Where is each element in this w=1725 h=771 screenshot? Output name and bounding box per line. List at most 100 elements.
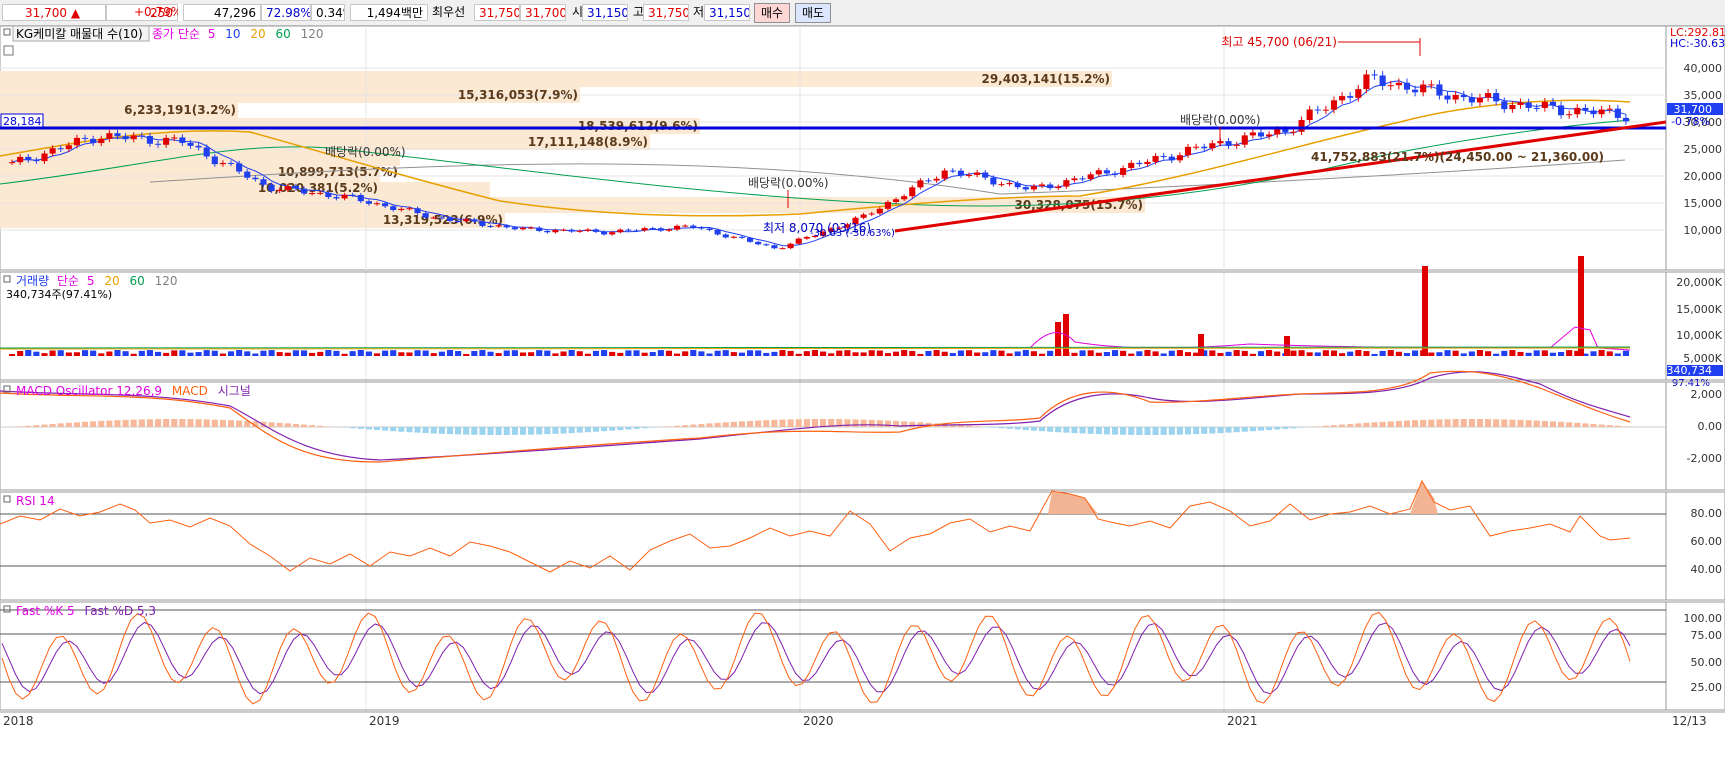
- volume-bar: [1509, 350, 1516, 356]
- up-arrow-icon: ▲: [70, 6, 81, 20]
- y-tick: -2,000: [1687, 452, 1722, 465]
- volume-bar: [901, 350, 908, 356]
- vp-label: 29,403,141(15.2%): [981, 72, 1110, 86]
- volume-bar: [292, 350, 299, 356]
- macd-bar: [576, 427, 583, 433]
- volume-bar: [382, 350, 389, 356]
- volume-bar: [811, 350, 818, 356]
- macd-bar: [292, 423, 299, 427]
- candle-body: [130, 135, 137, 140]
- settings-icon[interactable]: [3, 45, 14, 56]
- macd-bar: [1047, 427, 1054, 432]
- macd-bar: [1428, 419, 1435, 427]
- y-tick: 80.00: [1691, 507, 1723, 520]
- y-tick: 0.00: [1698, 420, 1723, 433]
- volume-bar: [1120, 350, 1127, 356]
- volume-bar: [333, 350, 340, 356]
- candle-body: [633, 230, 640, 232]
- volume-panel: 거래량 단순 5 20 60 120 340,734주(97.41%) 20,0…: [0, 256, 1725, 389]
- macd-bar: [130, 419, 137, 427]
- panel-handle[interactable]: [3, 495, 11, 503]
- volume-bar: [1541, 350, 1548, 356]
- current-price: 31,700: [25, 6, 67, 20]
- candle-body: [1452, 94, 1459, 100]
- macd-bar: [609, 427, 616, 431]
- volume-bar: [1444, 350, 1451, 356]
- buy-button[interactable]: 매수: [754, 3, 791, 23]
- panel-handle[interactable]: [3, 275, 11, 283]
- sell-button[interactable]: 매도: [795, 3, 832, 23]
- panel-handle[interactable]: [3, 605, 11, 613]
- candle-body: [1379, 75, 1386, 86]
- volume-bar: [836, 350, 843, 356]
- volume-bar: [1622, 350, 1629, 356]
- macd-bar: [373, 427, 381, 431]
- candle-body: [1428, 84, 1435, 86]
- volume-bar: [1079, 350, 1086, 356]
- candle-body: [349, 194, 356, 196]
- candle-body: [422, 213, 429, 218]
- volume-bar: [1330, 350, 1338, 356]
- macd-bar: [1436, 419, 1443, 427]
- candle-body: [1144, 161, 1151, 165]
- macd-bar: [406, 427, 413, 433]
- volume-bar: [560, 351, 567, 356]
- volume-bar: [803, 351, 810, 356]
- macd-bar: [730, 421, 737, 427]
- candle-body: [641, 228, 648, 231]
- volume-bar: [1266, 350, 1273, 356]
- volume-bar: [990, 350, 997, 356]
- volume-bar: [568, 350, 575, 356]
- macd-bar: [1233, 427, 1240, 433]
- macd-bar: [990, 427, 997, 428]
- candle-body: [276, 189, 283, 192]
- candle-body: [544, 230, 551, 233]
- hline-value: 28,184: [3, 115, 42, 128]
- candle-body: [657, 228, 664, 231]
- macd-legend-signal: 시그널: [218, 384, 251, 398]
- volume-bar: [1606, 351, 1613, 356]
- volume-bar: [414, 350, 421, 356]
- volume-bar: [195, 352, 202, 356]
- volume-bar: [1347, 351, 1354, 356]
- volume-bar: [1306, 352, 1313, 356]
- macd-bar: [1509, 419, 1516, 427]
- candle-body: [1412, 89, 1419, 93]
- low-label: 저: [693, 5, 705, 19]
- low-price: 31,150: [704, 4, 750, 21]
- volume-bar: [909, 351, 916, 356]
- candle-body: [892, 199, 900, 203]
- candle-body: [1193, 146, 1200, 148]
- stoch-d-title: Fast %D 5,3: [84, 604, 155, 618]
- volume-ratio: 72.98%: [261, 4, 311, 21]
- macd-bar: [382, 427, 389, 431]
- volume-bar: [1217, 352, 1224, 356]
- candle-body: [73, 137, 80, 146]
- candle-body: [1014, 183, 1021, 188]
- stock-chart[interactable]: 29,403,141(15.2%) 15,316,053(7.9%) 6,233…: [0, 26, 1725, 771]
- range-annotation: 41,752,883(21.7%)(24,450.00 ~ 21,360.00): [1311, 150, 1604, 164]
- volume-bar: [1128, 353, 1135, 356]
- volume-bar: [617, 352, 624, 356]
- vp-label: 17,111,148(8.9%): [528, 135, 648, 149]
- volume-bar: [1030, 351, 1037, 356]
- macd-bar: [300, 424, 308, 427]
- volume-bar: [722, 350, 729, 356]
- macd-bar: [965, 425, 973, 427]
- candle-body: [1136, 162, 1143, 165]
- volume-bar: [1087, 350, 1094, 356]
- volume-bar: [373, 353, 381, 356]
- macd-bar: [714, 422, 721, 427]
- hc-label: HC:-30.63: [1670, 37, 1725, 50]
- macd-bar: [820, 419, 827, 427]
- macd-bar: [1136, 427, 1143, 435]
- macd-bar: [803, 419, 810, 427]
- volume-spike: [1055, 322, 1061, 356]
- dividend-annotation: 배당락(0.00%): [1180, 113, 1261, 127]
- candle-body: [617, 229, 624, 233]
- macd-bar: [1038, 427, 1046, 432]
- macd-bar: [1209, 427, 1216, 434]
- volume-bar: [1395, 351, 1402, 356]
- macd-bar: [1030, 427, 1037, 431]
- volume-bar: [357, 350, 364, 356]
